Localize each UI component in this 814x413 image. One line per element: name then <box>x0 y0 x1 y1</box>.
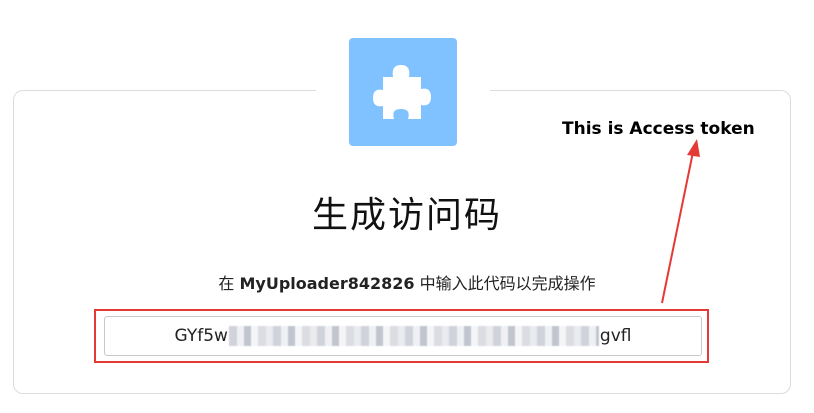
annotation-label: This is Access token <box>562 119 755 139</box>
annotation-arrow <box>661 139 700 304</box>
